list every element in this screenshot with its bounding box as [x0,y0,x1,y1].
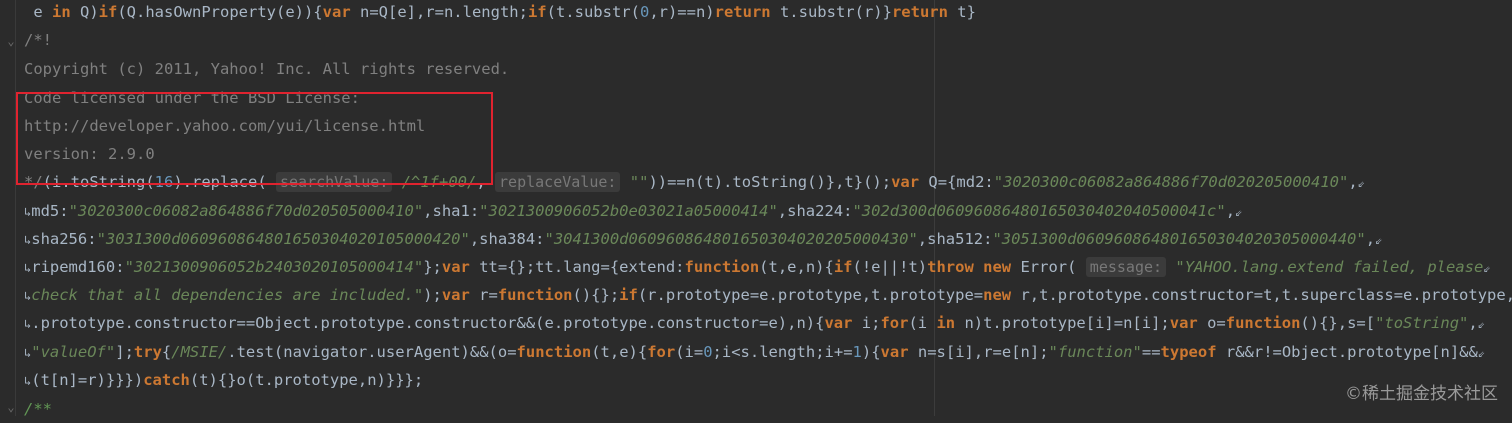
fold-icon[interactable]: ⌄ [5,34,17,48]
highlight-box [16,92,493,185]
code-line[interactable]: /** [24,395,1512,423]
code-line[interactable]: ↳ripemd160:"3021300906052b24030201050004… [24,253,1512,281]
watermark: ©稀土掘金技术社区 [1345,384,1498,404]
code-line[interactable]: e in Q)if(Q.hasOwnProperty(e)){var n=Q[e… [24,0,1512,26]
code-line[interactable]: ↳sha256:"3031300d06096086480165030402010… [24,225,1512,253]
code-line[interactable]: Copyright (c) 2011, Yahoo! Inc. All righ… [24,55,1512,83]
code-line[interactable]: ↳(t[n]=r)}}})catch(t){}o(t.prototype,n)}… [24,366,1512,394]
fold-icon[interactable]: ⌄ [5,400,17,414]
editor-gutter [15,0,16,416]
code-line[interactable]: ↳"valueOf"];try{/MSIE/.test(navigator.us… [24,338,1512,366]
code-line[interactable]: ↳md5:"3020300c06082a864886f70d0205050004… [24,197,1512,225]
inlay-hint: replaceValue: [495,172,621,192]
code-line[interactable]: /*! [24,26,1512,54]
code-line[interactable]: ↳.prototype.constructor==Object.prototyp… [24,309,1512,337]
code-line[interactable]: ↳check that all dependencies are include… [24,281,1512,309]
inlay-hint: message: [1085,257,1167,277]
